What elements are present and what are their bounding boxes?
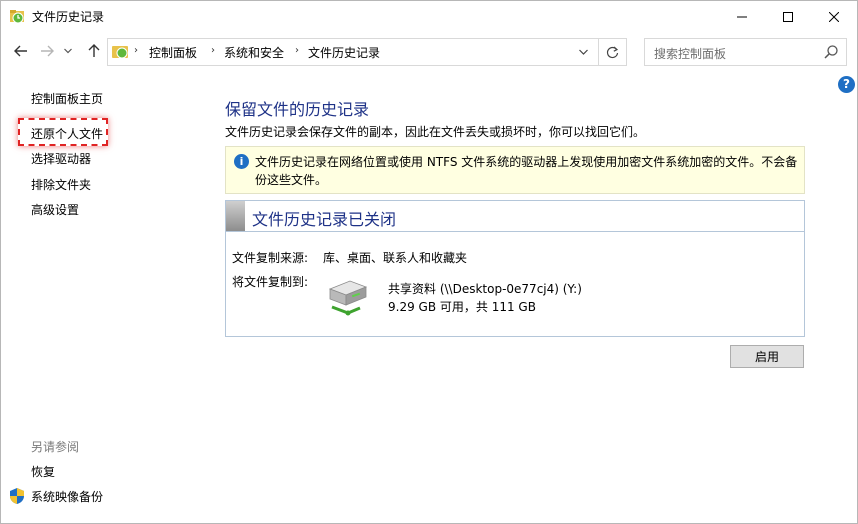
breadcrumb-control-panel[interactable]: 控制面板 (149, 44, 197, 61)
sidebar-link-exclude-folders[interactable]: 排除文件夹 (31, 176, 91, 193)
breadcrumb-separator-icon: › (295, 45, 299, 56)
enable-button[interactable]: 启用 (730, 345, 804, 368)
breadcrumb-system-security[interactable]: 系统和安全 (224, 44, 284, 61)
copy-to-label: 将文件复制到: (232, 275, 309, 289)
search-input[interactable]: 搜索控制面板 (644, 38, 847, 66)
info-banner: i 文件历史记录在网络位置或使用 NTFS 文件系统的驱动器上发现使用加密文件系… (225, 146, 805, 194)
refresh-button[interactable] (598, 38, 627, 66)
title-bar: 文件历史记录 (1, 1, 857, 32)
chevron-down-icon (578, 49, 588, 55)
drive-name: 共享资料 (\\Desktop-0e77cj4) (Y:) (388, 282, 582, 296)
close-icon (829, 11, 839, 22)
copy-from-label: 文件复制来源: (232, 251, 309, 265)
arrow-right-icon (41, 45, 54, 57)
up-button[interactable] (83, 40, 105, 62)
see-also-link-recovery[interactable]: 恢复 (31, 463, 55, 480)
network-drive-icon (328, 280, 368, 316)
page-description: 文件历史记录会保存文件的副本，因此在文件丢失或损坏时，你可以找回它们。 (225, 125, 646, 139)
minimize-icon (737, 16, 747, 17)
maximize-icon (783, 11, 793, 22)
help-icon[interactable]: ? (838, 76, 855, 93)
page-title: 保留文件的历史记录 (225, 100, 370, 119)
control-panel-icon (112, 46, 128, 59)
breadcrumb-separator-icon: › (134, 45, 138, 56)
breadcrumb-file-history[interactable]: 文件历史记录 (308, 44, 380, 61)
address-bar[interactable]: › 控制面板 › 系统和安全 › 文件历史记录 (107, 38, 599, 66)
search-icon (824, 45, 838, 59)
close-button[interactable] (811, 1, 857, 32)
status-header: 文件历史记录已关闭 (226, 201, 804, 232)
sidebar-link-control-panel-home[interactable]: 控制面板主页 (31, 90, 103, 107)
refresh-icon (606, 46, 618, 58)
uac-shield-icon (10, 488, 24, 504)
info-banner-text: 文件历史记录在网络位置或使用 NTFS 文件系统的驱动器上发现使用加密文件系统加… (255, 155, 798, 187)
back-button[interactable] (10, 40, 32, 62)
see-also-heading: 另请参阅 (31, 440, 80, 454)
info-icon: i (234, 154, 249, 169)
status-panel: 文件历史记录已关闭 文件复制来源: 库、桌面、联系人和收藏夹 将文件复制到: 共… (225, 200, 805, 337)
breadcrumb-separator-icon: › (211, 45, 215, 56)
maximize-button[interactable] (765, 1, 811, 32)
minimize-button[interactable] (719, 1, 765, 32)
arrow-left-icon (14, 45, 27, 57)
highlight-annotation (18, 118, 108, 146)
address-history-dropdown[interactable] (574, 43, 592, 61)
recent-locations-button[interactable] (61, 40, 75, 62)
see-also-link-system-image-backup[interactable]: 系统映像备份 (31, 488, 103, 505)
status-indicator-icon (226, 201, 245, 231)
file-history-window: 文件历史记录 › 控制面板 › 系统和安全 › 文件历史记录 搜索控制面板 ? … (0, 0, 858, 524)
sidebar-link-advanced-settings[interactable]: 高级设置 (31, 201, 79, 218)
window-title: 文件历史记录 (32, 10, 105, 24)
file-history-app-icon (10, 10, 24, 24)
drive-space: 9.29 GB 可用，共 111 GB (388, 300, 536, 314)
forward-button[interactable] (36, 40, 58, 62)
navigation-bar: › 控制面板 › 系统和安全 › 文件历史记录 搜索控制面板 (1, 32, 857, 72)
chevron-down-icon (64, 48, 72, 54)
arrow-up-icon (88, 44, 100, 57)
copy-from-value: 库、桌面、联系人和收藏夹 (323, 251, 468, 265)
status-title: 文件历史记录已关闭 (252, 210, 397, 229)
sidebar-link-select-drive[interactable]: 选择驱动器 (31, 150, 91, 167)
search-placeholder: 搜索控制面板 (654, 47, 727, 61)
